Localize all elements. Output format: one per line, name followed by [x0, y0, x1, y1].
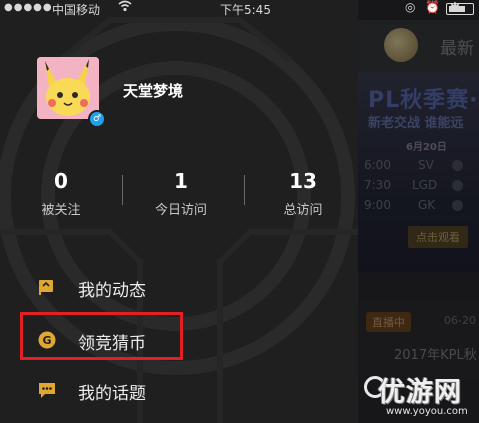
- watermark-logo: 优游网 www.yoyou.com: [364, 370, 476, 420]
- side-drawer: ♂ 天堂梦境 0 被关注 1 今日访问 13 总访问 我的动态 G 领竞猜币 我…: [0, 0, 358, 423]
- chat-bubble-icon: [39, 383, 55, 398]
- wifi-icon: [118, 0, 132, 15]
- stat-divider: [122, 175, 123, 205]
- stat-value: 0: [54, 169, 68, 193]
- menu-item-label: 我的话题: [78, 384, 146, 404]
- stat-today-visits[interactable]: 1 今日访问: [126, 168, 236, 218]
- status-bar: ●●●●● 中国移动 下午5:45 ◎ ⏰ ✱: [0, 0, 479, 17]
- background-dim-overlay[interactable]: [358, 0, 479, 423]
- stat-label: 被关注: [41, 203, 81, 218]
- signal-strength-icon: ●●●●●: [4, 2, 53, 13]
- stat-label: 今日访问: [154, 203, 207, 218]
- background-app: 最新 PL秋季赛· 新老交战 谁能远 6月20日 6:00 SV 7:30 LG…: [358, 0, 479, 423]
- gender-badge-icon: ♂: [88, 110, 106, 128]
- avatar[interactable]: [37, 57, 99, 119]
- stat-value: 13: [289, 169, 317, 193]
- highlight-box: [20, 312, 183, 360]
- menu-item-my-dynamics[interactable]: 我的动态: [38, 270, 318, 304]
- stat-divider: [244, 175, 245, 205]
- stat-value: 1: [174, 169, 188, 193]
- stat-label: 总访问: [283, 203, 323, 218]
- battery-icon: [446, 3, 474, 15]
- stat-followers[interactable]: 0 被关注: [6, 168, 116, 218]
- avatar-image: [37, 57, 99, 119]
- username[interactable]: 天堂梦境: [123, 80, 183, 101]
- flag-icon: [39, 280, 53, 295]
- menu-item-my-topics[interactable]: 我的话题: [38, 373, 318, 407]
- watermark-text: 优游网: [378, 377, 462, 408]
- watermark-url: www.yoyou.com: [386, 406, 468, 417]
- stat-total-visits[interactable]: 13 总访问: [248, 168, 358, 218]
- status-time: 下午5:45: [220, 3, 271, 17]
- app-screen: 最新 PL秋季赛· 新老交战 谁能远 6月20日 6:00 SV 7:30 LG…: [0, 0, 479, 423]
- carrier-name: 中国移动: [52, 3, 101, 17]
- menu-item-label: 我的动态: [78, 281, 146, 301]
